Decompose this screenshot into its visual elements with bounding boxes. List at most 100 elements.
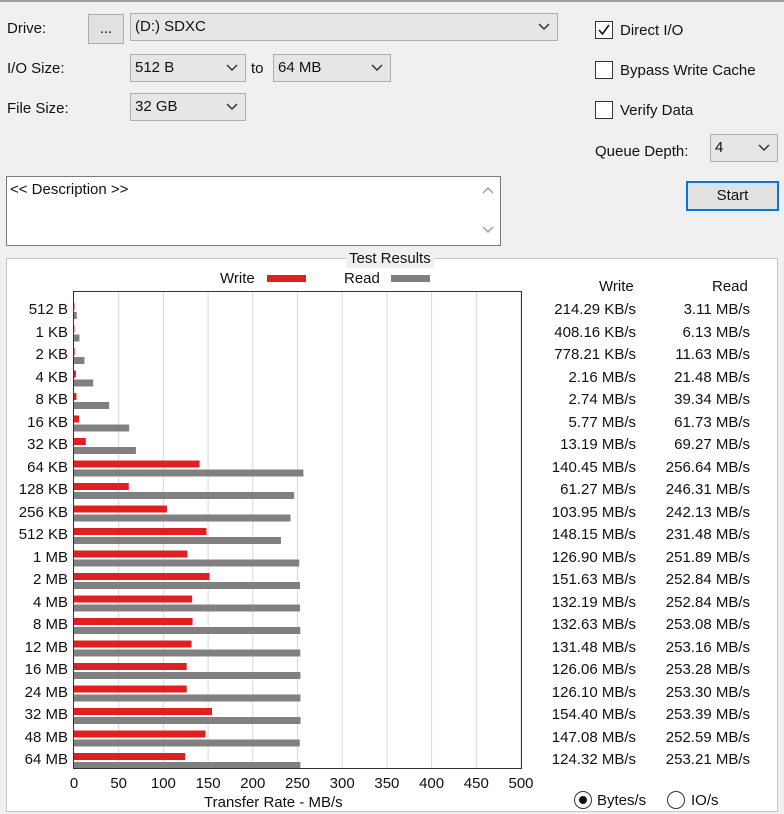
write-bar [74, 483, 129, 490]
legend-read-swatch [391, 275, 430, 282]
write-rate-value: 214.29 KB/s [554, 301, 636, 318]
checkmark-icon [598, 24, 610, 36]
file-size-select[interactable]: 32 GB [130, 93, 246, 121]
io-size-from-select[interactable]: 512 B [130, 54, 246, 82]
read-bar [74, 357, 85, 364]
read-bar [74, 582, 301, 589]
start-button-label: Start [716, 187, 749, 204]
write-rate-value: 778.21 KB/s [554, 346, 636, 363]
description-scrollbar[interactable] [476, 177, 500, 245]
read-bar [74, 379, 94, 387]
write-bar [74, 460, 200, 468]
write-rate-value: 148.15 MB/s [551, 526, 636, 543]
row-label-io-size: 8 MB [32, 616, 68, 633]
read-bar [74, 469, 304, 477]
drive-label: Drive: [7, 20, 47, 37]
verify-data-label[interactable]: Verify Data [620, 102, 693, 120]
read-bar [74, 627, 301, 634]
legend-read-label: Read [344, 270, 380, 287]
write-bar [74, 505, 167, 513]
write-bar [74, 550, 188, 558]
queue-depth-value: 4 [715, 139, 724, 156]
write-rate-value: 103.95 MB/s [551, 503, 636, 521]
queue-depth-select[interactable]: 4 [710, 134, 778, 162]
bypass-write-cache-checkbox[interactable] [595, 61, 613, 79]
read-bar [74, 402, 110, 409]
write-rate-value: 13.19 MB/s [560, 436, 636, 453]
read-rate-value: 251.89 MB/s [665, 548, 750, 566]
write-rate-value: 140.45 MB/s [551, 458, 636, 476]
row-label-io-size: 48 MB [24, 728, 68, 746]
scroll-down-icon[interactable] [481, 225, 495, 235]
description-textarea[interactable]: << Description >> [6, 176, 501, 246]
scroll-up-icon[interactable] [481, 185, 495, 195]
read-bar [74, 739, 300, 747]
read-bar [74, 334, 80, 342]
write-bar [74, 393, 77, 400]
read-bar [74, 649, 301, 657]
row-label-io-size: 2 MB [32, 571, 68, 588]
write-bar [74, 573, 210, 580]
chevron-down-icon [226, 64, 238, 72]
write-bar [74, 415, 80, 423]
write-bar [74, 640, 192, 648]
x-tick-label: 450 [463, 775, 489, 792]
read-bar [74, 492, 295, 499]
write-rate-value: 151.63 MB/s [551, 571, 636, 588]
x-tick-label: 400 [419, 775, 445, 792]
write-bar [74, 753, 186, 760]
read-rate-value: 253.28 MB/s [665, 661, 750, 678]
io-size-to-select[interactable]: 64 MB [273, 54, 391, 82]
file-size-label: File Size: [7, 100, 69, 117]
drive-select[interactable]: (D:) SDXC [130, 13, 558, 41]
chart-plot-area [73, 291, 522, 769]
write-bar [74, 303, 75, 310]
write-bar [74, 438, 86, 445]
read-bar [74, 447, 136, 454]
read-rate-value: 61.73 MB/s [674, 413, 750, 431]
column-header-write: Write [599, 278, 634, 295]
x-axis-label: Transfer Rate - MB/s [204, 794, 343, 811]
write-rate-value: 132.63 MB/s [551, 616, 636, 633]
drive-select-value: (D:) SDXC [135, 18, 206, 35]
legend-write-label: Write [220, 270, 255, 287]
io-per-sec-radio[interactable] [667, 791, 685, 809]
read-rate-value: 256.64 MB/s [665, 458, 750, 476]
read-rate-value: 252.84 MB/s [665, 571, 750, 588]
start-button[interactable]: Start [686, 181, 779, 211]
read-rate-value: 231.48 MB/s [665, 526, 750, 543]
row-label-io-size: 1 KB [35, 323, 68, 341]
legend-write-swatch [267, 275, 306, 282]
column-header-read: Read [712, 278, 748, 295]
write-bar [74, 618, 193, 625]
write-bar [74, 708, 213, 715]
read-rate-value: 6.13 MB/s [682, 323, 750, 341]
bytes-per-sec-radio[interactable] [574, 791, 592, 809]
bytes-per-sec-label[interactable]: Bytes/s [597, 792, 646, 810]
write-bar [74, 663, 187, 670]
direct-io-label[interactable]: Direct I/O [620, 22, 683, 40]
read-rate-value: 246.31 MB/s [665, 481, 750, 498]
browse-button-label: ... [99, 20, 113, 37]
io-per-sec-label[interactable]: IO/s [691, 792, 719, 810]
bypass-write-cache-label[interactable]: Bypass Write Cache [620, 62, 756, 80]
row-label-io-size: 8 KB [35, 391, 68, 408]
x-tick-label: 300 [329, 775, 355, 792]
chevron-down-icon [758, 144, 770, 152]
row-label-io-size: 512 KB [18, 526, 68, 543]
read-rate-value: 252.84 MB/s [665, 593, 750, 611]
direct-io-checkbox[interactable] [595, 21, 613, 39]
read-bar [74, 559, 300, 567]
row-label-io-size: 4 KB [35, 368, 68, 386]
write-bar [74, 730, 206, 738]
write-bar [74, 348, 75, 355]
write-bar [74, 595, 193, 603]
row-label-io-size: 32 MB [24, 706, 68, 723]
io-size-to-label: to [251, 60, 264, 77]
read-bar [74, 694, 301, 702]
read-bar [74, 312, 77, 319]
io-size-from-value: 512 B [135, 59, 175, 76]
verify-data-checkbox[interactable] [595, 101, 613, 119]
x-tick-label: 200 [240, 775, 266, 792]
browse-button[interactable]: ... [88, 14, 124, 44]
